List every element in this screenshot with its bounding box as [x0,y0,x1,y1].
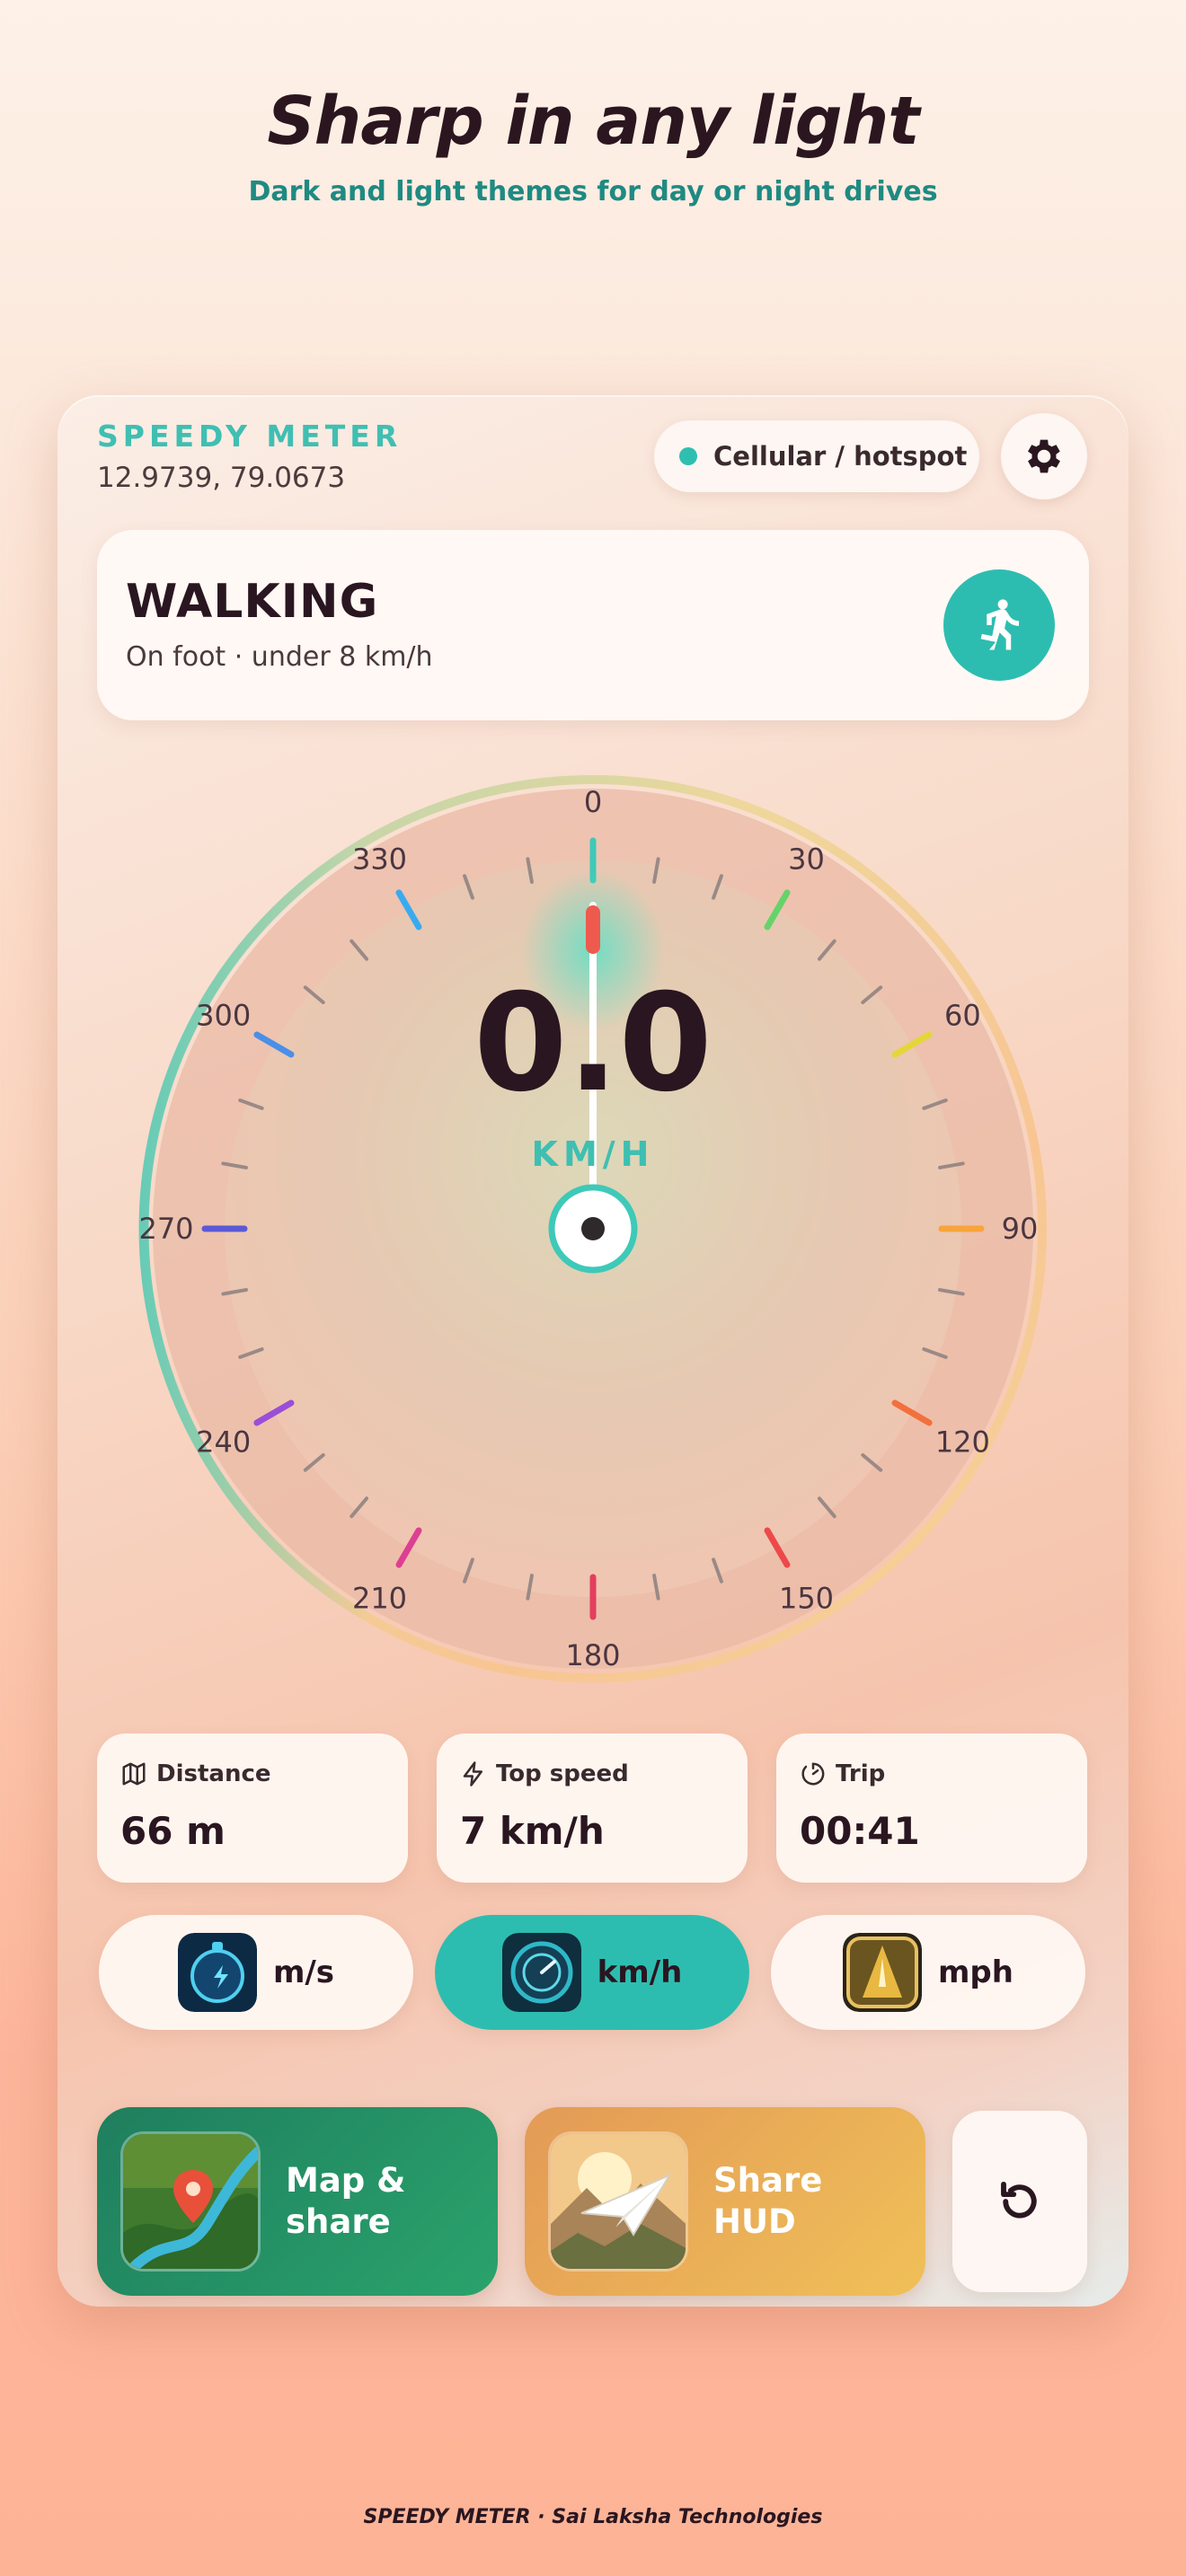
map-share-label: Map & share [286,2161,406,2241]
gauge-tick-label-270: 270 [138,1212,193,1246]
trip-value: 00:41 [800,1809,920,1853]
connection-status-dot [679,447,697,465]
activity-mode-badge [943,569,1055,681]
settings-button[interactable] [1001,413,1087,499]
connection-status-pill[interactable]: Cellular / hotspot [654,420,979,492]
share-hud-button[interactable]: Share HUD [525,2107,925,2296]
activity-mode-subtitle: On foot · under 8 km/h [126,641,433,673]
gauge-tick-label-180: 180 [565,1638,620,1672]
walking-person-icon [980,599,1019,650]
map-pin-icon [120,2131,261,2272]
promo-subheadline: Dark and light themes for day or night d… [248,176,938,207]
unit-ms-label: m/s [272,1954,335,1990]
gauge-tick-label-120: 120 [935,1425,990,1460]
distance-label: Distance [156,1760,271,1787]
app-card: SPEEDY METER 12.9739, 79.0673 Cellular /… [58,395,1128,2307]
trip-stat-card: Trip 00:41 [776,1734,1087,1883]
top-speed-stat-card: Top speed 7 km/h [437,1734,748,1883]
trip-label: Trip [836,1760,886,1787]
gauge-needle-tip [586,905,600,954]
gauge-tick-label-0: 0 [584,785,602,819]
map-icon [122,1762,146,1786]
gauge-tick-label-90: 90 [1002,1212,1039,1246]
unit-ms-button[interactable]: m/s [99,1915,413,2030]
gear-icon [1028,439,1060,473]
unit-kmh-label: km/h [597,1954,683,1990]
activity-mode-card: WALKING On foot · under 8 km/h [97,530,1089,720]
speed-readout: 0.0 [474,966,712,1122]
footer-credit: SPEEDY METER · Sai Laksha Technologies [363,2506,823,2528]
promo-headline: Sharp in any light [267,83,919,160]
gauge-tick-label-30: 30 [788,842,825,877]
gauge-tick-label-150: 150 [779,1581,834,1615]
top-speed-value: 7 km/h [460,1809,605,1853]
compass-icon [177,1933,257,2012]
map-share-button[interactable]: Map & share [97,2107,498,2296]
gauge-tick-label-210: 210 [352,1581,407,1615]
unit-mph-label: mph [938,1954,1013,1990]
speed-unit-label: KM/H [532,1134,655,1174]
activity-mode-title: WALKING [126,575,379,629]
speed-gauge: 0 30 60 90 120 150 180 210 240 270 300 330 0.0 KM/H [138,775,1047,1682]
distance-value: 66 m [120,1809,226,1853]
gps-coordinates: 12.9739, 79.0673 [97,462,346,494]
reset-icon [1001,2181,1037,2219]
distance-stat-card: Distance 66 m [97,1734,408,1883]
road-icon [843,1933,922,2012]
gauge-tick-label-60: 60 [944,999,981,1033]
share-hud-label: Share HUD [713,2161,823,2241]
top-speed-label: Top speed [496,1760,629,1787]
lightning-icon [463,1761,482,1786]
connection-status-label: Cellular / hotspot [713,441,968,472]
paper-plane-icon [548,2131,688,2272]
gauge-tick-label-240: 240 [196,1425,251,1460]
gauge-tick-label-330: 330 [352,842,407,877]
unit-kmh-button[interactable]: km/h [435,1915,749,2030]
gauge-tick-label-300: 300 [196,999,251,1033]
timer-icon [801,1762,825,1786]
unit-mph-button[interactable]: mph [771,1915,1085,2030]
app-brand: SPEEDY METER [97,419,403,454]
gauge-icon [501,1933,581,2012]
reset-button[interactable] [952,2111,1087,2292]
